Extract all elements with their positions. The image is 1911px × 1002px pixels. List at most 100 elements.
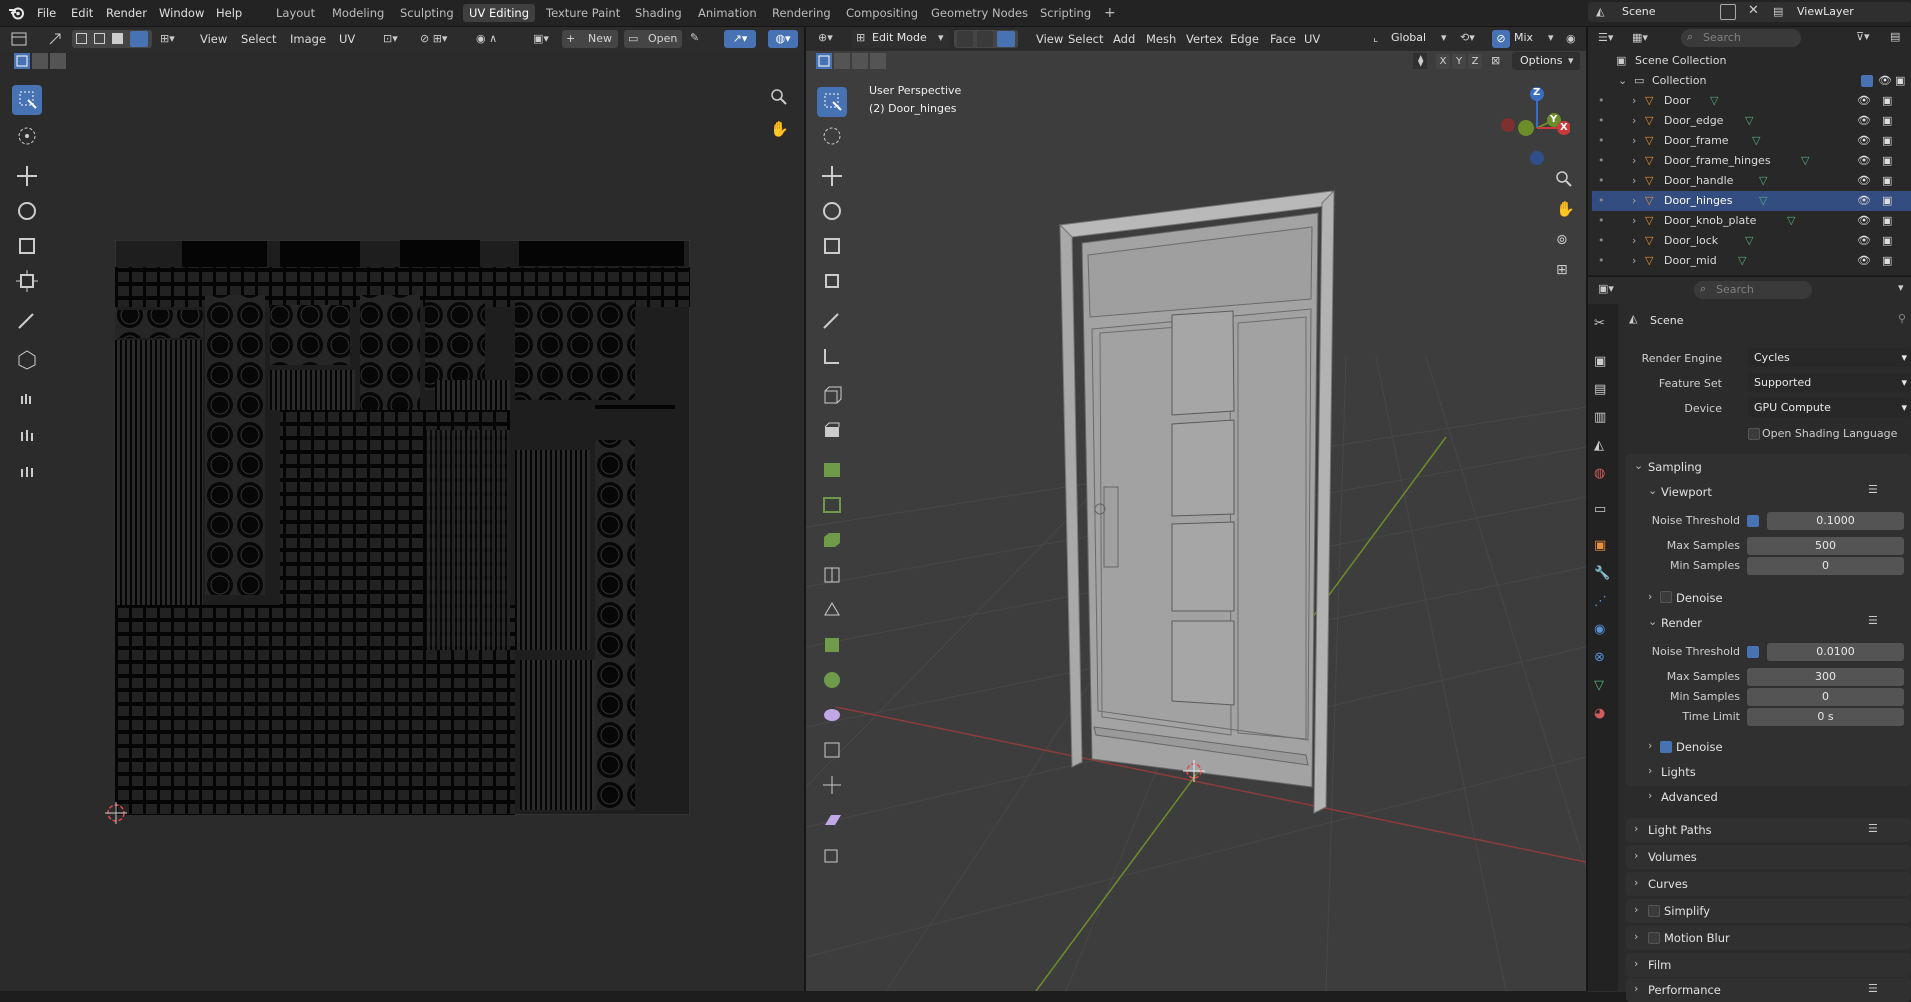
material-tab-icon[interactable]: ◕ — [1594, 706, 1605, 721]
orientation-selector[interactable]: ⌞ Global ▾ — [1373, 30, 1457, 48]
outliner-row-door-frame[interactable]: • › ▽ Door_frame 👁 ▣ ▽ — [1592, 131, 1911, 151]
presets-list-icon[interactable]: ☰ — [1868, 483, 1878, 496]
camera-view-icon[interactable]: ⊚ — [1556, 232, 1568, 248]
display-mode-icon[interactable]: ▦▾ — [1632, 31, 1648, 44]
eye-icon[interactable]: 👁 — [1857, 251, 1871, 271]
chevron-down-icon[interactable]: ⌄ — [1634, 459, 1643, 472]
performance-panel[interactable]: › Performance ☰ — [1626, 978, 1911, 1002]
vertex-mode-icon[interactable] — [76, 33, 87, 44]
outliner-search-input[interactable]: ⌕ Search — [1681, 29, 1801, 47]
sticky-select-icon[interactable]: ⊞▾ — [160, 32, 175, 45]
properties-editor-type-icon[interactable]: ▣▾ — [1598, 282, 1614, 295]
chevron-right-icon[interactable]: › — [1632, 171, 1636, 191]
viewport-menu-face[interactable]: Face — [1270, 30, 1296, 48]
eye-icon[interactable]: 👁 — [1857, 131, 1871, 151]
uv-grab-tool[interactable] — [12, 384, 42, 414]
camera-icon[interactable]: ▣ — [1882, 151, 1892, 171]
tab-texture-paint[interactable]: Texture Paint — [540, 4, 626, 22]
uv-menu-image[interactable]: Image — [290, 30, 326, 48]
render-sampling-header[interactable]: Render — [1661, 616, 1702, 630]
mode-selector[interactable]: ⊞ Edit Mode ▾ — [852, 30, 950, 48]
edge-select-icon[interactable] — [977, 31, 993, 47]
eye-icon[interactable]: 👁 — [1878, 71, 1892, 91]
mesh-select-mode-group[interactable] — [954, 30, 1018, 48]
open-image-button[interactable]: ▭ Open — [624, 30, 682, 48]
eye-icon[interactable]: 👁 — [1857, 231, 1871, 251]
menu-edit[interactable]: Edit — [71, 4, 93, 22]
viewport-denoise-checkbox[interactable] — [1660, 591, 1672, 603]
render-noise-threshold-checkbox[interactable] — [1747, 646, 1759, 658]
uv-move-tool[interactable] — [12, 161, 42, 191]
outliner-row-door-frame-hinges[interactable]: • › ▽ Door_frame_hinges 👁 ▣ ▽ — [1592, 151, 1911, 171]
camera-icon[interactable]: ▣ — [1882, 191, 1892, 211]
mirror-x-toggle[interactable]: X — [1436, 54, 1450, 69]
uv-layout-canvas[interactable] — [115, 240, 690, 815]
mesh-data-icon[interactable]: ▽ — [1759, 191, 1767, 211]
new-image-button[interactable]: + New — [562, 30, 618, 48]
particles-tab-icon[interactable]: ⋰ — [1594, 594, 1607, 609]
blender-logo-icon[interactable] — [8, 5, 25, 20]
advanced-header[interactable]: Advanced — [1661, 790, 1718, 804]
uv-sync-icon[interactable]: ↗▾ — [724, 30, 756, 48]
add-cube-tool[interactable] — [817, 381, 847, 411]
uv-rotate-tool[interactable] — [12, 196, 42, 226]
pivot-icon[interactable]: ⊡▾ — [383, 32, 398, 45]
uv-transform-tool[interactable] — [12, 266, 42, 296]
osl-checkbox[interactable] — [1748, 428, 1760, 440]
chevron-right-icon[interactable]: › — [1634, 982, 1638, 995]
scene-tab-icon[interactable]: ◭ — [1594, 438, 1604, 453]
chevron-right-icon[interactable]: › — [1634, 876, 1638, 889]
mesh-data-icon[interactable]: ▽ — [1710, 91, 1718, 111]
modifier-tab-icon[interactable]: 🔧 — [1594, 566, 1610, 581]
viewport-editor-type-icon[interactable]: ⊕▾ — [818, 31, 833, 44]
render-denoise-checkbox[interactable] — [1660, 741, 1672, 753]
rip-region-tool[interactable] — [817, 840, 847, 870]
island-mode-icon[interactable] — [130, 31, 148, 47]
mirror-z-toggle[interactable]: Z — [1468, 54, 1482, 69]
uv-relax-tool[interactable] — [12, 420, 42, 450]
options-button[interactable]: Options ▾ — [1512, 52, 1580, 70]
uv-annotate-tool[interactable] — [12, 306, 42, 336]
snap-icon[interactable]: ⊘ ⊞▾ — [420, 32, 447, 45]
viewport-noise-threshold-field[interactable]: 0.1000 — [1767, 512, 1904, 530]
object-tab-icon[interactable]: ▣ — [1594, 538, 1606, 553]
transform-tool[interactable] — [817, 266, 847, 296]
viewport-min-samples-field[interactable]: 0 — [1747, 557, 1904, 575]
3d-viewport[interactable] — [806, 27, 1586, 991]
auto-merge-icon[interactable]: ⊠ — [1491, 54, 1500, 67]
view-layer-tab-icon[interactable]: ▥ — [1594, 410, 1606, 425]
snap-target-selector[interactable]: Mix ▾ — [1512, 30, 1562, 48]
chevron-down-icon[interactable]: ▾ — [1898, 281, 1904, 294]
knife-tool[interactable] — [817, 560, 847, 590]
film-panel[interactable]: › Film — [1626, 953, 1911, 977]
mesh-data-icon[interactable]: ▽ — [1745, 231, 1753, 251]
camera-icon[interactable]: ▣ — [1882, 131, 1892, 151]
simplify-checkbox[interactable] — [1648, 905, 1660, 917]
chevron-right-icon[interactable]: › — [1632, 251, 1636, 271]
outliner-row-door-knob-plate[interactable]: • › ▽ Door_knob_plate 👁 ▣ ▽ — [1592, 211, 1911, 231]
uv-menu-uv[interactable]: UV — [339, 30, 355, 48]
menu-window[interactable]: Window — [159, 4, 204, 22]
collection-row[interactable]: ⌄ ▭ Collection 👁 ▣ — [1592, 71, 1911, 91]
feature-set-dropdown[interactable]: Supported ▾ — [1748, 373, 1911, 392]
mesh-data-icon[interactable]: ▽ — [1752, 131, 1760, 151]
uv-overlay-icon[interactable]: ◍▾ — [768, 30, 798, 48]
shrink-fatten-tool[interactable] — [817, 770, 847, 800]
collection-checkbox[interactable] — [1861, 75, 1873, 87]
new-collection-icon[interactable]: ▤ — [1890, 30, 1900, 43]
viewport-menu-select[interactable]: Select — [1068, 30, 1103, 48]
rotate-tool[interactable] — [817, 196, 847, 226]
uv-menu-select[interactable]: Select — [241, 30, 276, 48]
chevron-right-icon[interactable]: › — [1634, 957, 1638, 970]
motion-blur-panel[interactable]: › Motion Blur — [1626, 926, 1911, 950]
3d-cursor-icon[interactable] — [1183, 760, 1205, 782]
chevron-right-icon[interactable]: › — [1632, 111, 1636, 131]
scene-collection-row[interactable]: ▣ Scene Collection — [1592, 51, 1911, 71]
chevron-right-icon[interactable]: › — [1634, 849, 1638, 862]
render-noise-threshold-field[interactable]: 0.0100 — [1767, 643, 1904, 661]
render-max-samples-field[interactable]: 300 — [1747, 668, 1904, 686]
viewport-noise-threshold-checkbox[interactable] — [1747, 515, 1759, 527]
chevron-right-icon[interactable]: › — [1632, 211, 1636, 231]
chevron-right-icon[interactable]: › — [1632, 131, 1636, 151]
loop-cut-tool[interactable] — [817, 525, 847, 555]
